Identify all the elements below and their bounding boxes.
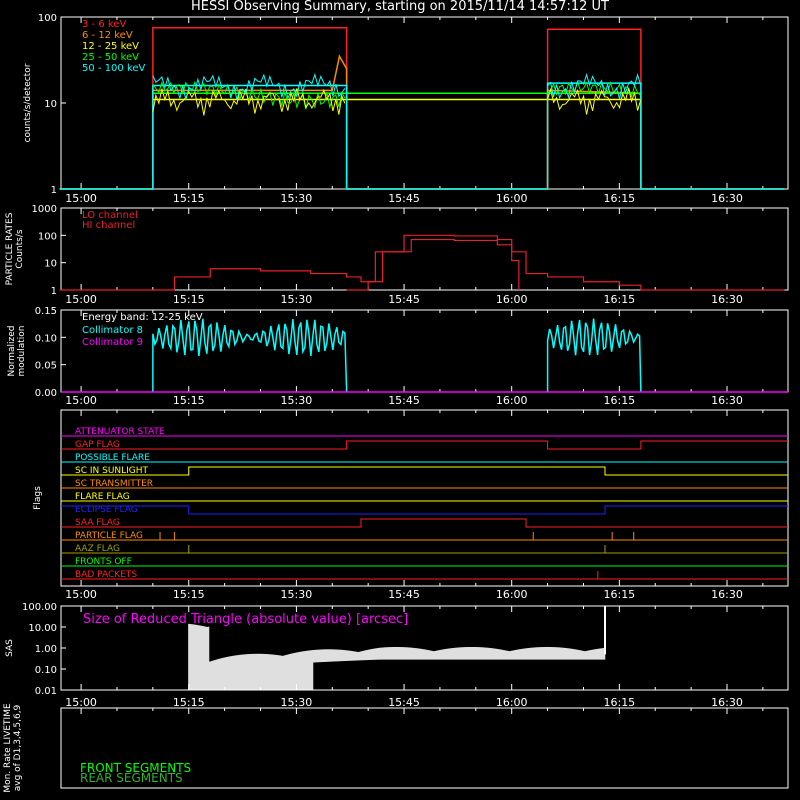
flag-line-sc-in-sunlight — [61, 466, 788, 476]
flags-xtick-label: 15:00 — [65, 588, 97, 601]
particle-ylabel: PARTICLE RATES — [5, 212, 15, 285]
counts-legend-entry: 6 - 12 keV — [82, 30, 133, 41]
sas-xtick-label: 16:00 — [496, 696, 528, 709]
sas-xtick-label: 15:30 — [281, 696, 313, 709]
counts-xtick-label: 15:45 — [388, 192, 420, 205]
livetime-ylabel: avg of D1,3,4,5,6,9 — [13, 704, 23, 791]
flag-label: ATTENUATOR STATE — [75, 427, 165, 437]
counts-xtick-label: 15:15 — [173, 192, 205, 205]
summary-plot: 15:00 15:15 15:30 15:45 16:00 16:15 16:3011010… — [3, 13, 789, 793]
modulation-legend-entry: Collimator 8 — [82, 325, 143, 336]
sas-ylabel: SAS — [5, 639, 15, 657]
flag-label: POSSIBLE FLARE — [75, 453, 150, 463]
flag-label: SC TRANSMITTER — [75, 479, 153, 489]
modulation-xtick-label: 15:00 — [65, 394, 97, 407]
particle-ylabel: Counts/s — [15, 229, 25, 268]
sas-annotation: Size of Reduced Triangle (absolute value… — [83, 612, 408, 627]
flags-xtick-label: 15:45 — [388, 588, 420, 601]
flag-label: AAZ FLAG — [75, 544, 120, 554]
particle-ytick-label: 1000 — [32, 204, 57, 215]
particle-xtick-label: 15:00 — [65, 293, 97, 306]
modulation-ylabel: Normalized — [7, 325, 17, 376]
flag-line-gap-flag — [61, 440, 788, 450]
modulation-xtick-label: 16:30 — [711, 394, 743, 407]
modulation-xtick-label: 15:30 — [281, 394, 313, 407]
counts-series-orange — [59, 54, 785, 190]
counts-ytick-label: 10 — [44, 99, 57, 110]
counts-xtick-label: 15:00 — [65, 192, 97, 205]
particle-frame — [60, 207, 789, 291]
flag-label: FLARE FLAG — [75, 492, 130, 502]
particle-ytick-label: 100 — [38, 231, 57, 242]
flags-xtick-label: 16:00 — [496, 588, 528, 601]
modulation-series-collimator8 — [546, 318, 642, 393]
sas-ytick-label: 1.00 — [35, 644, 57, 655]
counts-legend-entry: 25 - 50 keV — [82, 52, 139, 63]
livetime-legend-entry: REAR SEGMENTS — [80, 771, 183, 785]
flag-label: SC IN SUNLIGHT — [75, 466, 149, 476]
sas-ytick-label: 0.01 — [35, 686, 57, 697]
modulation-legend-entry: Collimator 9 — [82, 337, 143, 348]
particle-ytick-label: 10 — [44, 259, 57, 270]
sas-xtick-label: 15:00 — [65, 696, 97, 709]
counts-xtick-label: 15:30 — [281, 192, 313, 205]
modulation-ylabel: modulation — [17, 326, 27, 377]
sas-xtick-label: 15:45 — [388, 696, 420, 709]
particle-series-line — [59, 234, 785, 291]
flags-xtick-label: 16:15 — [603, 588, 635, 601]
flag-label: GAP FLAG — [75, 440, 120, 450]
counts-xtick-label: 16:15 — [603, 192, 635, 205]
counts-legend-entry: 3 - 6 keV — [82, 19, 126, 30]
flag-label: ECLIPSE FLAG — [75, 505, 138, 515]
particle-xtick-label: 15:45 — [388, 293, 420, 306]
sas-xtick-label: 15:15 — [173, 696, 205, 709]
flag-label: FRONTS OFF — [75, 557, 132, 567]
flags-xtick-label: 15:15 — [173, 588, 205, 601]
modulation-ytick-label: 0.05 — [35, 361, 57, 372]
counts-xtick-label: 16:30 — [711, 192, 743, 205]
flags-xtick-label: 16:30 — [711, 588, 743, 601]
particle-ytick-label: 1 — [51, 286, 57, 297]
counts-series-red — [59, 26, 785, 190]
modulation-xtick-label: 16:00 — [496, 394, 528, 407]
particle-series-line — [346, 238, 520, 291]
counts-legend-entry: 50 - 100 keV — [82, 63, 146, 74]
counts-ytick-label: 100 — [38, 13, 57, 24]
counts-ylabel: counts/s/detector — [23, 63, 33, 142]
flag-label: BAD PACKETS — [75, 570, 137, 580]
flag-label: PARTICLE FLAG — [75, 531, 143, 541]
modulation-ytick-label: 0.10 — [35, 333, 57, 344]
particle-xtick-label: 15:30 — [281, 293, 313, 306]
flags-ylabel: Flags — [33, 486, 43, 510]
livetime-ylabel: Mon. Rate LIVETIME — [3, 703, 13, 793]
flags-xtick-label: 15:30 — [281, 588, 313, 601]
modulation-xtick-label: 15:45 — [388, 394, 420, 407]
modulation-xtick-label: 15:15 — [173, 394, 205, 407]
counts-legend-entry: 12 - 25 keV — [82, 41, 139, 52]
modulation-ytick-label: 0.00 — [35, 388, 57, 399]
sas-xtick-label: 16:15 — [603, 696, 635, 709]
modulation-ytick-label: 0.15 — [35, 306, 57, 317]
sas-ytick-label: 0.10 — [35, 665, 57, 676]
particle-xtick-label: 16:15 — [603, 293, 635, 306]
flag-label: SAA FLAG — [75, 518, 120, 528]
counts-ytick-label: 1 — [51, 185, 57, 196]
particle-legend-entry: HI channel — [82, 220, 135, 231]
sas-ytick-label: 10.00 — [28, 623, 57, 634]
particle-xtick-label: 16:00 — [496, 293, 528, 306]
sas-ytick-label: 100.00 — [22, 602, 57, 613]
modulation-legend-header: Energy band: 12-25 keV — [82, 312, 203, 323]
modulation-xtick-label: 16:15 — [603, 394, 635, 407]
modulation-series-collimator8 — [152, 318, 348, 393]
counts-xtick-label: 16:00 — [496, 192, 528, 205]
particle-xtick-label: 16:30 — [711, 293, 743, 306]
particle-xtick-label: 15:15 — [173, 293, 205, 306]
flag-line-eclipse-flag — [61, 505, 788, 515]
counts-noise-cyan — [152, 72, 346, 101]
sas-xtick-label: 16:30 — [711, 696, 743, 709]
flag-line-saa-flag — [61, 518, 788, 528]
